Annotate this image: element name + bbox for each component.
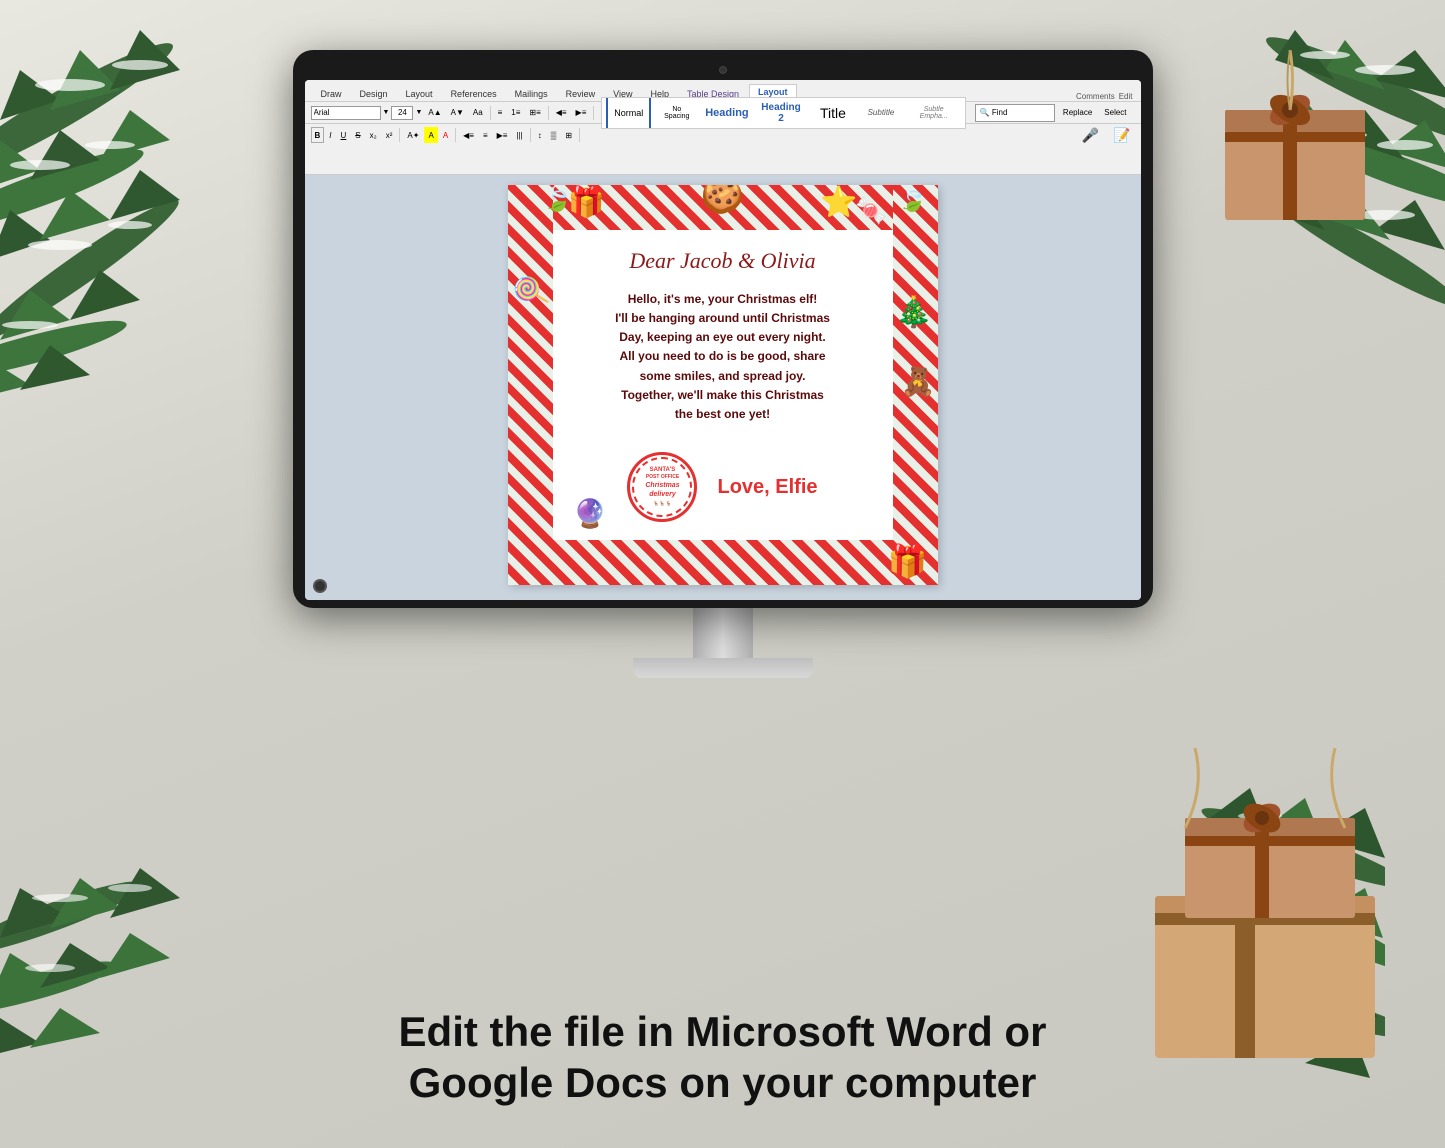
stand-neck: [693, 608, 753, 658]
deco-star-cookie: ⭐: [820, 185, 857, 220]
dictate-btn[interactable]: 🎤: [1078, 127, 1103, 143]
italic-btn[interactable]: I: [325, 127, 335, 143]
bottom-text-line1: Edit the file in Microsoft Word or: [0, 1007, 1445, 1057]
stamp-wavy: SANTA'S POST OFFICE Christmas delivery 🦌…: [632, 457, 692, 517]
camera-dot: [719, 66, 727, 74]
separator-1: [490, 106, 491, 120]
monitor-screen: Draw Design Layout References Mailings R…: [305, 80, 1141, 600]
align-right-btn[interactable]: ▶≡: [493, 127, 512, 143]
format-bar-1: ▼ ▼ A▲ A▼ Aa ≡ 1≡ ⊞≡ ◀≡ ▶≡: [305, 102, 1141, 124]
style-subtitle-btn[interactable]: Subtitle: [858, 97, 903, 129]
gift-box-top-right: [1215, 50, 1375, 240]
deco-gift-bottom-right: 🎁: [888, 542, 928, 580]
find-box[interactable]: 🔍 Find: [975, 104, 1055, 122]
bottom-text-section: Edit the file in Microsoft Word or Googl…: [0, 1007, 1445, 1108]
style-subtle-btn[interactable]: Subtle Empha...: [906, 97, 960, 129]
deco-candy-cane-top-right: 🍬: [855, 195, 887, 226]
tab-mailings[interactable]: Mailings: [507, 87, 556, 101]
highlight-btn[interactable]: A: [424, 127, 437, 143]
font-grow-btn[interactable]: A▲: [424, 105, 445, 121]
style-title-btn[interactable]: Title: [810, 97, 855, 129]
deco-holly-top-right: 🍃: [898, 185, 928, 214]
monitor-frame: Draw Design Layout References Mailings R…: [293, 50, 1153, 608]
stamp-top: SANTA'S: [638, 467, 686, 474]
decrease-indent-btn[interactable]: ◀≡: [552, 105, 571, 121]
borders-btn[interactable]: ⊞: [561, 127, 576, 143]
underline-btn[interactable]: U: [337, 127, 351, 143]
font-color-btn[interactable]: A: [439, 127, 452, 143]
monitor-top-bar: [305, 62, 1141, 80]
stamp-text: SANTA'S POST OFFICE Christmas delivery 🦌…: [638, 467, 686, 507]
monitor-container: Draw Design Layout References Mailings R…: [293, 50, 1153, 678]
style-heading1-btn[interactable]: Heading: [702, 97, 751, 129]
deco-gift-top-left: 🎁: [568, 185, 605, 220]
center-btn[interactable]: ≡: [479, 127, 492, 143]
select-btn[interactable]: Select: [1100, 105, 1130, 121]
tab-draw[interactable]: Draw: [313, 87, 350, 101]
pine-branch-top-left: [0, 0, 300, 410]
separator-5: [455, 128, 456, 142]
increase-indent-btn[interactable]: ▶≡: [572, 105, 591, 121]
deco-gingerbread-top: 🍪: [701, 185, 745, 216]
power-button[interactable]: [313, 579, 327, 593]
find-label: Find: [992, 108, 1008, 117]
style-normal-btn[interactable]: Normal: [606, 97, 651, 129]
replace-btn[interactable]: Replace: [1059, 105, 1096, 121]
christmas-letter-card: 🍃 🍃 🎁 🍪 ⭐ 🍬 🍭 🎄 🔮 🧸 🎁 Dear Jacob & Olivi…: [508, 185, 938, 585]
styles-panel: Normal No Spacing Heading Heading 2 Titl…: [601, 97, 966, 129]
separator-6: [530, 128, 531, 142]
separator-4: [399, 128, 400, 142]
subscript-btn[interactable]: x₂: [366, 127, 381, 143]
tab-design[interactable]: Design: [352, 87, 396, 101]
align-left-btn[interactable]: ◀≡: [459, 127, 478, 143]
card-footer: SANTA'S POST OFFICE Christmas delivery 🦌…: [627, 452, 817, 522]
editor-btn[interactable]: 📝: [1109, 127, 1134, 143]
card-sign-off: Love, Elfie: [717, 476, 817, 499]
word-ribbon: Draw Design Layout References Mailings R…: [305, 80, 1141, 175]
font-size-input[interactable]: [391, 106, 413, 120]
style-heading2-btn[interactable]: Heading 2: [755, 97, 808, 129]
bold-btn[interactable]: B: [311, 127, 325, 143]
stand-base: [633, 658, 813, 678]
clear-format-btn[interactable]: Aa: [469, 105, 487, 121]
text-effects-btn[interactable]: A✦: [403, 127, 423, 143]
tab-layout[interactable]: Layout: [398, 87, 441, 101]
font-name-input[interactable]: [311, 106, 381, 120]
card-body-text: Hello, it's me, your Christmas elf! I'll…: [615, 290, 830, 424]
superscript-btn[interactable]: x²: [382, 127, 397, 143]
style-no-spacing-btn[interactable]: No Spacing: [654, 97, 699, 129]
card-salutation: Dear Jacob & Olivia: [629, 248, 815, 274]
shading-btn[interactable]: ▒: [547, 127, 561, 143]
font-shrink-btn[interactable]: A▼: [447, 105, 468, 121]
justify-btn[interactable]: |||: [512, 127, 526, 143]
separator-7: [579, 128, 580, 142]
line-spacing-btn[interactable]: ↕: [534, 127, 546, 143]
stamp-banner: Christmas delivery: [638, 482, 686, 499]
tab-review[interactable]: Review: [558, 87, 604, 101]
stamp-middle: POST OFFICE: [638, 474, 686, 480]
bullet-list-btn[interactable]: ≡: [494, 105, 507, 121]
right-tools: 🔍 Find Replace Select: [971, 100, 1135, 126]
christmas-stamp: SANTA'S POST OFFICE Christmas delivery 🦌…: [627, 452, 697, 522]
numbered-list-btn[interactable]: 1≡: [507, 105, 524, 121]
monitor-stand: [293, 608, 1153, 678]
deco-gingerbread-right: 🧸: [901, 365, 936, 398]
bottom-text-line2: Google Docs on your computer: [0, 1058, 1445, 1108]
tab-references[interactable]: References: [443, 87, 505, 101]
document-area: 🍃 🍃 🎁 🍪 ⭐ 🍬 🍭 🎄 🔮 🧸 🎁 Dear Jacob & Olivi…: [305, 175, 1141, 600]
separator-3: [593, 106, 594, 120]
separator-2: [548, 106, 549, 120]
deco-ornament-bottom-left: 🔮: [573, 497, 608, 530]
multilevel-btn[interactable]: ⊞≡: [525, 105, 544, 121]
strikethrough-btn[interactable]: S: [351, 127, 364, 143]
deco-ornament-right: 🎄: [895, 295, 932, 330]
